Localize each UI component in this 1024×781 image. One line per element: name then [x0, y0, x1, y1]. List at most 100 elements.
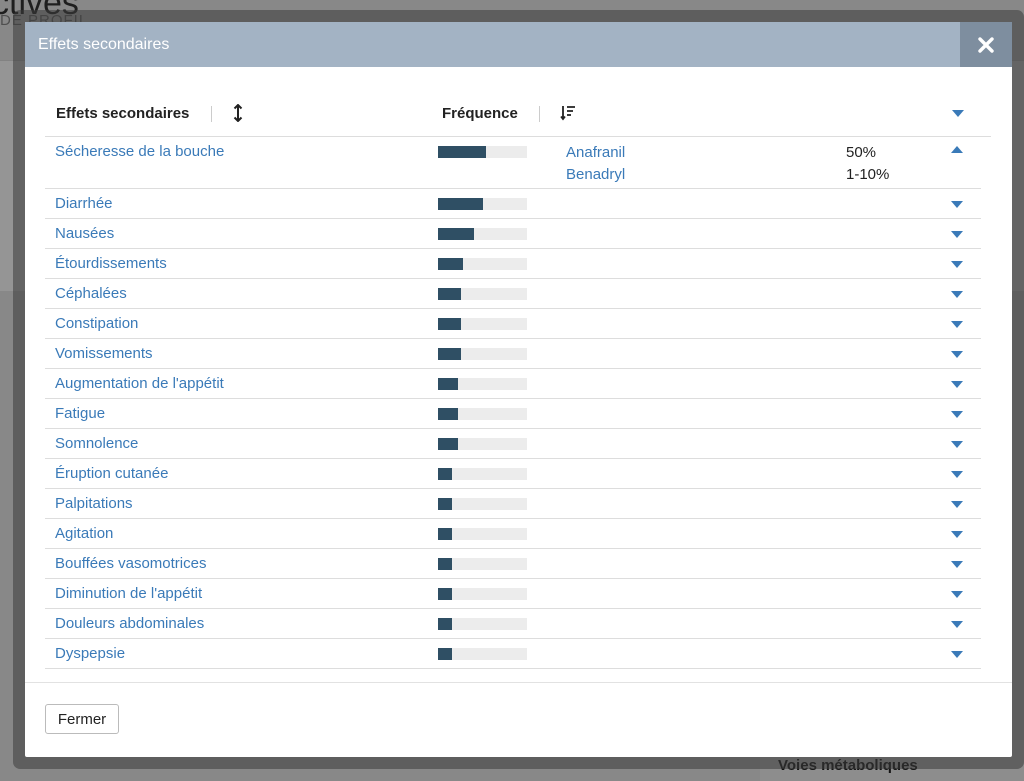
side-effect-row: Palpitations	[45, 489, 981, 519]
chevron-down-icon[interactable]	[951, 621, 963, 628]
frequency-bar-fill	[438, 528, 453, 540]
frequency-bar-fill	[438, 438, 458, 450]
table-header: Effets secondaires Fréquence	[45, 92, 991, 137]
side-effect-link[interactable]: Éruption cutanée	[55, 465, 168, 482]
frequency-bar-fill	[438, 648, 453, 660]
chevron-down-icon[interactable]	[951, 201, 963, 208]
chevron-down-icon[interactable]	[951, 291, 963, 298]
side-effect-link[interactable]: Nausées	[55, 225, 114, 242]
frequency-bar	[438, 318, 527, 330]
chevron-down-icon[interactable]	[951, 381, 963, 388]
chevron-down-icon[interactable]	[951, 651, 963, 658]
frequency-bar-fill	[438, 288, 462, 300]
frequency-bar	[438, 408, 527, 420]
frequency-bar-fill	[438, 558, 453, 570]
side-effect-link[interactable]: Fatigue	[55, 405, 105, 422]
column-header-frequency[interactable]: Fréquence	[442, 105, 518, 122]
side-effect-row: Céphalées	[45, 279, 981, 309]
side-effect-link[interactable]: Agitation	[55, 525, 113, 542]
side-effects-list: Sécheresse de la bouche Anafranil 50% Benad…	[45, 137, 981, 669]
drug-link[interactable]: Benadryl	[566, 166, 625, 183]
chevron-down-icon[interactable]	[951, 411, 963, 418]
side-effect-link[interactable]: Constipation	[55, 315, 138, 332]
side-effect-row: Douleurs abdominales	[45, 609, 981, 639]
column-separator	[211, 106, 212, 122]
frequency-bar	[438, 588, 527, 600]
drug-frequency: 1-10%	[846, 166, 890, 183]
chevron-down-icon[interactable]	[951, 501, 963, 508]
chevron-down-icon[interactable]	[951, 261, 963, 268]
frequency-bar	[438, 528, 527, 540]
frequency-bar	[438, 498, 527, 510]
side-effect-link[interactable]: Douleurs abdominales	[55, 615, 204, 632]
frequency-bar-fill	[438, 618, 453, 630]
chevron-down-icon[interactable]	[951, 531, 963, 538]
side-effect-link[interactable]: Diminution de l'appétit	[55, 585, 202, 602]
side-effect-row: Constipation	[45, 309, 981, 339]
column-separator	[539, 106, 540, 122]
frequency-bar	[438, 468, 527, 480]
side-effect-row: Vomissements	[45, 339, 981, 369]
frequency-bar	[438, 258, 527, 270]
close-footer-button[interactable]: Fermer	[45, 704, 119, 734]
frequency-bar	[438, 288, 527, 300]
chevron-down-icon[interactable]	[951, 321, 963, 328]
chevron-down-icon[interactable]	[951, 351, 963, 358]
frequency-bar	[438, 146, 527, 158]
footer-divider	[25, 682, 1012, 683]
chevron-up-icon[interactable]	[951, 146, 963, 153]
frequency-bar-fill	[438, 198, 483, 210]
frequency-bar-fill	[438, 258, 463, 270]
side-effect-row: Diminution de l'appétit	[45, 579, 981, 609]
frequency-bar-fill	[438, 498, 453, 510]
side-effect-link[interactable]: Augmentation de l'appétit	[55, 375, 224, 392]
side-effect-link[interactable]: Céphalées	[55, 285, 127, 302]
frequency-bar	[438, 348, 527, 360]
frequency-bar-fill	[438, 378, 458, 390]
frequency-bar	[438, 648, 527, 660]
side-effect-link[interactable]: Diarrhée	[55, 195, 113, 212]
expand-all-icon[interactable]	[952, 110, 964, 117]
side-effect-link[interactable]: Dyspepsie	[55, 645, 125, 662]
frequency-bar	[438, 228, 527, 240]
chevron-down-icon[interactable]	[951, 561, 963, 568]
frequency-bar-fill	[438, 228, 474, 240]
sort-both-icon[interactable]	[233, 104, 243, 122]
frequency-bar	[438, 438, 527, 450]
drug-frequency: 50%	[846, 144, 877, 161]
side-effects-modal: Effets secondaires Effets secondaires Fr…	[25, 22, 1012, 757]
chevron-down-icon[interactable]	[951, 231, 963, 238]
side-effect-row: Augmentation de l'appétit	[45, 369, 981, 399]
side-effect-link[interactable]: Palpitations	[55, 495, 133, 512]
modal-title: Effets secondaires	[38, 36, 170, 53]
frequency-bar-fill	[438, 468, 453, 480]
frequency-bar	[438, 198, 527, 210]
close-icon	[978, 36, 994, 53]
chevron-down-icon[interactable]	[951, 441, 963, 448]
side-effect-link[interactable]: Sécheresse de la bouche	[55, 143, 224, 160]
chevron-down-icon[interactable]	[951, 591, 963, 598]
frequency-bar	[438, 618, 527, 630]
side-effect-row: Bouffées vasomotrices	[45, 549, 981, 579]
frequency-bar	[438, 558, 527, 570]
side-effect-link[interactable]: Étourdissements	[55, 255, 167, 272]
side-effect-row: Étourdissements	[45, 249, 981, 279]
modal-header: Effets secondaires	[25, 22, 1012, 67]
sort-descending-icon[interactable]	[560, 105, 576, 121]
frequency-bar-fill	[438, 408, 458, 420]
drug-link[interactable]: Anafranil	[566, 144, 625, 161]
side-effect-link[interactable]: Bouffées vasomotrices	[55, 555, 206, 572]
frequency-bar	[438, 378, 527, 390]
side-effect-link[interactable]: Vomissements	[55, 345, 153, 362]
side-effect-row: Éruption cutanée	[45, 459, 981, 489]
frequency-bar-fill	[438, 318, 462, 330]
frequency-bar-fill	[438, 588, 453, 600]
chevron-down-icon[interactable]	[951, 471, 963, 478]
column-header-effect[interactable]: Effets secondaires	[56, 105, 189, 122]
side-effect-row: Dyspepsie	[45, 639, 981, 669]
side-effect-row: Agitation	[45, 519, 981, 549]
side-effect-row: Somnolence	[45, 429, 981, 459]
close-button[interactable]	[960, 22, 1012, 67]
side-effect-link[interactable]: Somnolence	[55, 435, 138, 452]
side-effect-row: Nausées	[45, 219, 981, 249]
